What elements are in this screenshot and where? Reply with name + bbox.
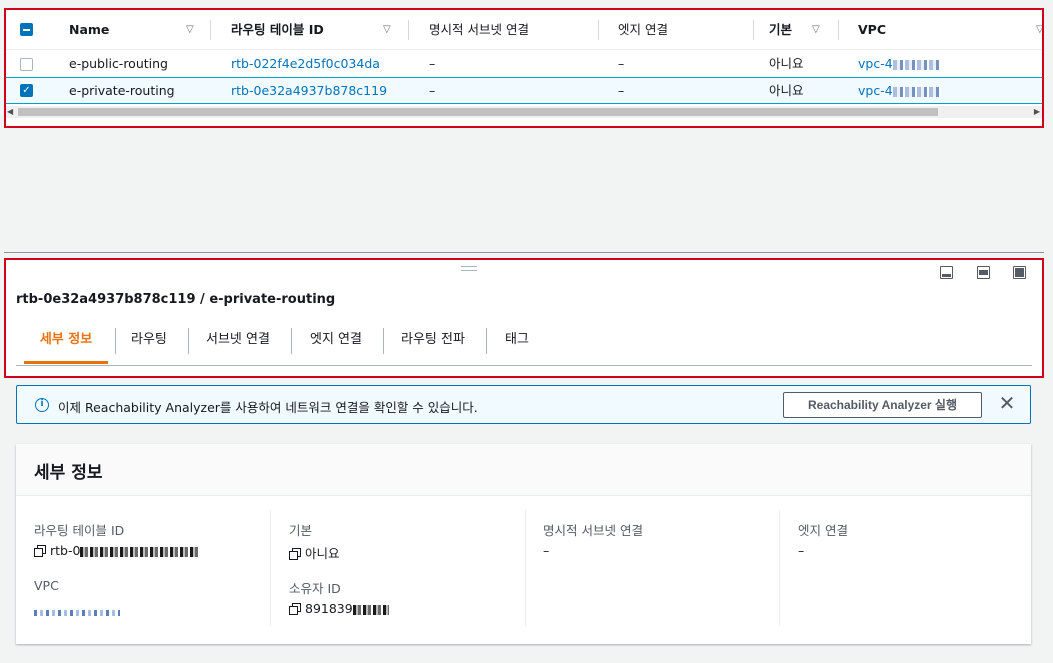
row-explicit-subnet: – xyxy=(429,83,436,98)
scrollbar-thumb[interactable] xyxy=(18,108,938,116)
table-header: Name ▽ 라우팅 테이블 ID ▽ 명시적 서브넷 연결 엣지 연결 기본 … xyxy=(6,10,1042,50)
row-vpc-link[interactable]: vpc-4 xyxy=(858,78,941,104)
split-panel-divider xyxy=(4,252,1044,253)
tab-tags[interactable]: 태그 xyxy=(505,324,529,364)
redacted-value xyxy=(892,86,941,97)
horizontal-scrollbar[interactable]: ◀ ▶ xyxy=(6,106,1042,118)
redacted-value xyxy=(352,604,389,615)
explicit-subnet-label: 명시적 서브넷 연결 xyxy=(543,523,643,538)
row-checkbox-checked[interactable]: ✓ xyxy=(20,84,33,97)
edge-association-label: 엣지 연결 xyxy=(798,523,848,538)
sort-down-icon[interactable]: ▽ xyxy=(812,24,820,35)
edge-association-value: – xyxy=(798,543,805,558)
close-icon[interactable]: ✕ xyxy=(997,392,1017,416)
route-table-id-value: rtb-0 xyxy=(34,543,201,558)
table-row-selected[interactable]: ✓ e-private-routing rtb-0e32a4937b878c11… xyxy=(6,77,1042,104)
main-value: 아니요 xyxy=(289,543,340,562)
vpc-id-text: vpc-4 xyxy=(858,83,893,98)
redacted-value xyxy=(80,546,201,557)
vpc-id-text: vpc-4 xyxy=(858,56,893,71)
copy-icon[interactable] xyxy=(289,603,301,615)
tab-divider xyxy=(188,328,189,354)
row-edge: – xyxy=(618,56,625,71)
vpc-value[interactable] xyxy=(34,604,120,619)
column-divider[interactable] xyxy=(210,20,211,40)
row-edge: – xyxy=(618,83,625,98)
tab-route-propagation[interactable]: 라우팅 전파 xyxy=(401,324,465,364)
column-header-main[interactable]: 기본 xyxy=(769,10,792,50)
detail-tabs: 세부 정보 라우팅 서브넷 연결 엣지 연결 라우팅 전파 태그 xyxy=(16,324,1032,366)
split-panel-header: rtb-0e32a4937b878c119 / e-private-routin… xyxy=(4,258,1044,378)
info-icon: i xyxy=(35,398,49,412)
main-label: 기본 xyxy=(289,523,313,538)
tab-details[interactable]: 세부 정보 xyxy=(24,324,108,364)
owner-id-label: 소유자 ID xyxy=(289,581,341,596)
row-route-table-id-link[interactable]: rtb-0e32a4937b878c119 xyxy=(231,78,387,104)
column-header-vpc[interactable]: VPC xyxy=(858,10,886,50)
route-table-id-label: 라우팅 테이블 ID xyxy=(34,523,125,538)
sort-down-icon[interactable]: ▽ xyxy=(1036,24,1042,35)
column-header-explicit-subnet[interactable]: 명시적 서브넷 연결 xyxy=(429,10,529,50)
panel-middle-icon[interactable] xyxy=(977,266,990,279)
row-explicit-subnet: – xyxy=(429,56,436,71)
column-divider xyxy=(525,510,526,626)
column-divider[interactable] xyxy=(598,20,599,40)
panel-bottom-icon[interactable] xyxy=(940,266,953,279)
tab-divider xyxy=(486,328,487,354)
row-name: e-private-routing xyxy=(69,83,175,98)
route-table-list: Name ▽ 라우팅 테이블 ID ▽ 명시적 서브넷 연결 엣지 연결 기본 … xyxy=(4,8,1044,128)
vpc-label: VPC xyxy=(34,578,59,593)
owner-id-text: 891839 xyxy=(305,601,353,616)
select-all-checkbox[interactable] xyxy=(20,23,33,36)
redacted-value xyxy=(892,59,941,70)
route-table-id-text: rtb-0 xyxy=(50,543,81,558)
tab-divider xyxy=(115,328,116,354)
copy-icon[interactable] xyxy=(34,545,46,557)
details-container: 세부 정보 라우팅 테이블 ID rtb-0 VPC 기본 아니요 소유자 ID… xyxy=(16,444,1031,644)
explicit-subnet-value: – xyxy=(543,543,550,558)
tab-routes[interactable]: 라우팅 xyxy=(131,324,167,364)
row-vpc-link[interactable]: vpc-4 xyxy=(858,51,941,77)
row-main: 아니요 xyxy=(769,56,804,71)
row-checkbox[interactable] xyxy=(20,58,33,71)
run-reachability-analyzer-button[interactable]: Reachability Analyzer 실행 xyxy=(783,392,982,418)
row-name: e-public-routing xyxy=(69,56,168,71)
tab-divider xyxy=(383,328,384,354)
column-header-route-table-id[interactable]: 라우팅 테이블 ID xyxy=(231,10,324,50)
scroll-right-icon[interactable]: ▶ xyxy=(1034,106,1040,118)
tab-divider xyxy=(291,328,292,354)
copy-icon[interactable] xyxy=(289,548,301,560)
column-divider[interactable] xyxy=(408,20,409,40)
redacted-value xyxy=(34,609,120,616)
tab-edge-associations[interactable]: 엣지 연결 xyxy=(310,324,362,364)
scroll-left-icon[interactable]: ◀ xyxy=(7,106,13,118)
detail-title: rtb-0e32a4937b878c119 / e-private-routin… xyxy=(16,292,336,307)
table-row[interactable]: e-public-routing rtb-022f4e2d5f0c034da –… xyxy=(6,51,1042,78)
sort-down-icon[interactable]: ▽ xyxy=(186,24,194,35)
main-value-text: 아니요 xyxy=(305,546,340,561)
row-route-table-id-link[interactable]: rtb-022f4e2d5f0c034da xyxy=(231,51,380,77)
column-divider xyxy=(270,510,271,626)
column-header-edge[interactable]: 엣지 연결 xyxy=(618,10,668,50)
container-header: 세부 정보 xyxy=(16,444,1031,496)
column-divider[interactable] xyxy=(838,20,839,40)
owner-id-value: 891839 xyxy=(289,601,389,616)
alert-message: 이제 Reachability Analyzer를 사용하여 네트워크 연결을 … xyxy=(58,400,478,415)
panel-full-icon[interactable] xyxy=(1013,266,1026,279)
sort-down-icon[interactable]: ▽ xyxy=(383,24,391,35)
resize-handle-icon[interactable] xyxy=(461,266,477,271)
column-header-name[interactable]: Name xyxy=(69,10,109,50)
info-alert: i 이제 Reachability Analyzer를 사용하여 네트워크 연결… xyxy=(16,385,1031,424)
row-main: 아니요 xyxy=(769,83,804,98)
container-title: 세부 정보 xyxy=(34,463,103,483)
tab-subnet-associations[interactable]: 서브넷 연결 xyxy=(206,324,270,364)
column-divider[interactable] xyxy=(753,20,754,40)
column-divider xyxy=(779,510,780,626)
